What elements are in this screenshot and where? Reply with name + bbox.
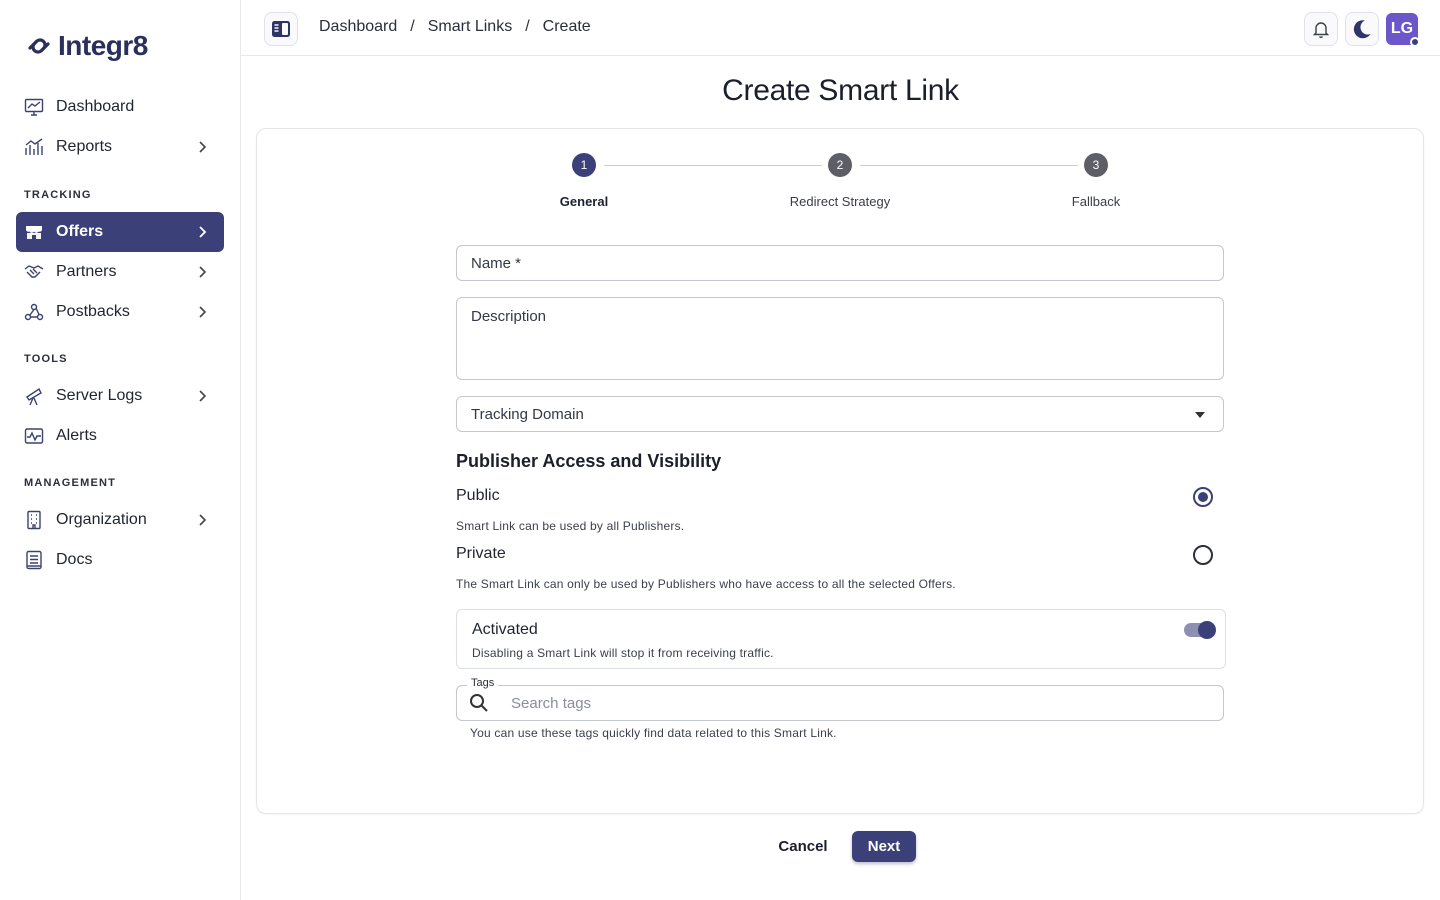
avatar-initials: LG bbox=[1390, 20, 1414, 37]
section-label-management: MANAGEMENT bbox=[24, 477, 117, 489]
step-fallback[interactable]: 3 Fallback bbox=[1006, 153, 1186, 209]
breadcrumb: Dashboard / Smart Links / Create bbox=[319, 18, 591, 36]
sidebar-item-server-logs[interactable]: Server Logs bbox=[16, 376, 224, 416]
logo[interactable]: Integr8 bbox=[24, 30, 148, 62]
sidebar-item-dashboard[interactable]: Dashboard bbox=[16, 87, 224, 127]
cancel-button[interactable]: Cancel bbox=[770, 832, 836, 860]
webhook-icon bbox=[24, 302, 44, 322]
chevron-right-icon bbox=[199, 226, 207, 238]
public-option-help: Smart Link can be used by all Publishers… bbox=[456, 519, 685, 533]
sidebar-item-offers[interactable]: Offers bbox=[16, 212, 224, 252]
top-header: Dashboard / Smart Links / Create LG bbox=[241, 0, 1440, 56]
public-option-label[interactable]: Public bbox=[456, 487, 500, 505]
sidebar-item-partners[interactable]: Partners bbox=[16, 252, 224, 292]
handshake-icon bbox=[24, 262, 44, 282]
sidebar-item-label: Postbacks bbox=[56, 303, 130, 320]
notifications-button[interactable] bbox=[1304, 12, 1338, 46]
sidebar-item-label: Docs bbox=[56, 551, 93, 568]
theme-toggle-button[interactable] bbox=[1345, 12, 1379, 46]
sidebar-item-label: Server Logs bbox=[56, 387, 143, 404]
tracking-domain-select[interactable]: Tracking Domain bbox=[456, 396, 1224, 432]
chevron-right-icon bbox=[199, 514, 207, 526]
private-radio[interactable] bbox=[1193, 545, 1213, 565]
dashboard-chart-icon bbox=[24, 97, 44, 117]
link-logo-icon bbox=[28, 38, 50, 54]
sidebar-item-label: Alerts bbox=[56, 427, 97, 444]
document-icon bbox=[24, 550, 44, 570]
user-avatar[interactable]: LG bbox=[1386, 13, 1420, 47]
activity-alert-icon bbox=[24, 426, 44, 446]
sidebar-item-label: Organization bbox=[56, 511, 147, 528]
app-name: Integr8 bbox=[58, 30, 148, 61]
bell-icon bbox=[1312, 22, 1330, 38]
storefront-icon bbox=[24, 222, 44, 242]
breadcrumb-dashboard[interactable]: Dashboard bbox=[319, 18, 397, 36]
sidebar-toggle-button[interactable] bbox=[264, 12, 298, 46]
telescope-icon bbox=[24, 386, 44, 406]
name-placeholder: Name * bbox=[471, 255, 522, 272]
tags-search-input[interactable]: Tags Search tags bbox=[456, 677, 1224, 721]
breadcrumb-separator: / bbox=[525, 18, 530, 35]
section-label-tools: TOOLS bbox=[24, 353, 68, 365]
tags-legend: Tags bbox=[467, 677, 499, 689]
step-number: 3 bbox=[1084, 153, 1108, 177]
sidebar-item-label: Reports bbox=[56, 138, 113, 155]
section-label-tracking: TRACKING bbox=[24, 189, 92, 201]
step-number: 1 bbox=[572, 153, 596, 177]
private-option-help: The Smart Link can only be used by Publi… bbox=[456, 577, 956, 591]
status-dot bbox=[1410, 37, 1420, 47]
next-button[interactable]: Next bbox=[852, 831, 916, 862]
form-card: 1 General 2 Redirect Strategy 3 Fallback… bbox=[256, 128, 1424, 814]
tracking-domain-placeholder: Tracking Domain bbox=[471, 406, 584, 423]
visibility-section-title: Publisher Access and Visibility bbox=[456, 451, 722, 471]
activated-toggle[interactable] bbox=[1184, 621, 1216, 639]
tags-placeholder: Search tags bbox=[511, 695, 592, 712]
step-general[interactable]: 1 General bbox=[494, 153, 674, 209]
step-label: General bbox=[559, 194, 609, 209]
sidebar-item-label: Offers bbox=[56, 223, 104, 240]
description-placeholder: Description bbox=[471, 308, 547, 325]
breadcrumb-smart-links[interactable]: Smart Links bbox=[428, 18, 512, 36]
tags-help: You can use these tags quickly find data… bbox=[470, 726, 837, 740]
private-option-label[interactable]: Private bbox=[456, 545, 506, 563]
sidebar-item-label: Dashboard bbox=[56, 98, 135, 115]
breadcrumb-create: Create bbox=[542, 18, 591, 35]
sidebar-panel-icon bbox=[272, 21, 290, 37]
chevron-right-icon bbox=[199, 306, 207, 318]
activated-setting: Activated Disabling a Smart Link will st… bbox=[456, 609, 1226, 669]
sidebar-item-postbacks[interactable]: Postbacks bbox=[16, 292, 224, 332]
sidebar-item-alerts[interactable]: Alerts bbox=[16, 416, 224, 456]
chevron-right-icon bbox=[199, 266, 207, 278]
bar-chart-icon bbox=[24, 137, 44, 157]
search-icon bbox=[470, 694, 488, 712]
public-radio[interactable] bbox=[1193, 487, 1213, 507]
page-title: Create Smart Link bbox=[722, 74, 959, 107]
caret-down-icon bbox=[1195, 412, 1205, 418]
chevron-right-icon bbox=[199, 390, 207, 402]
sidebar: Integr8 Dashboard Reports TRACKING Offer… bbox=[0, 0, 241, 900]
sidebar-item-label: Partners bbox=[56, 263, 117, 280]
moon-icon bbox=[1353, 20, 1371, 39]
step-redirect-strategy[interactable]: 2 Redirect Strategy bbox=[750, 153, 930, 209]
step-number: 2 bbox=[828, 153, 852, 177]
name-input[interactable]: Name * bbox=[456, 245, 1224, 281]
step-label: Fallback bbox=[1071, 194, 1121, 209]
step-label: Redirect Strategy bbox=[789, 194, 891, 209]
toggle-knob bbox=[1198, 621, 1216, 639]
sidebar-item-organization[interactable]: Organization bbox=[16, 500, 224, 540]
chevron-right-icon bbox=[199, 141, 207, 153]
activated-help: Disabling a Smart Link will stop it from… bbox=[472, 646, 774, 660]
sidebar-item-reports[interactable]: Reports bbox=[16, 127, 224, 167]
breadcrumb-separator: / bbox=[410, 18, 415, 35]
description-textarea[interactable]: Description bbox=[456, 297, 1224, 380]
sidebar-item-docs[interactable]: Docs bbox=[16, 540, 224, 580]
activated-title: Activated bbox=[472, 621, 538, 638]
building-icon bbox=[24, 510, 44, 530]
